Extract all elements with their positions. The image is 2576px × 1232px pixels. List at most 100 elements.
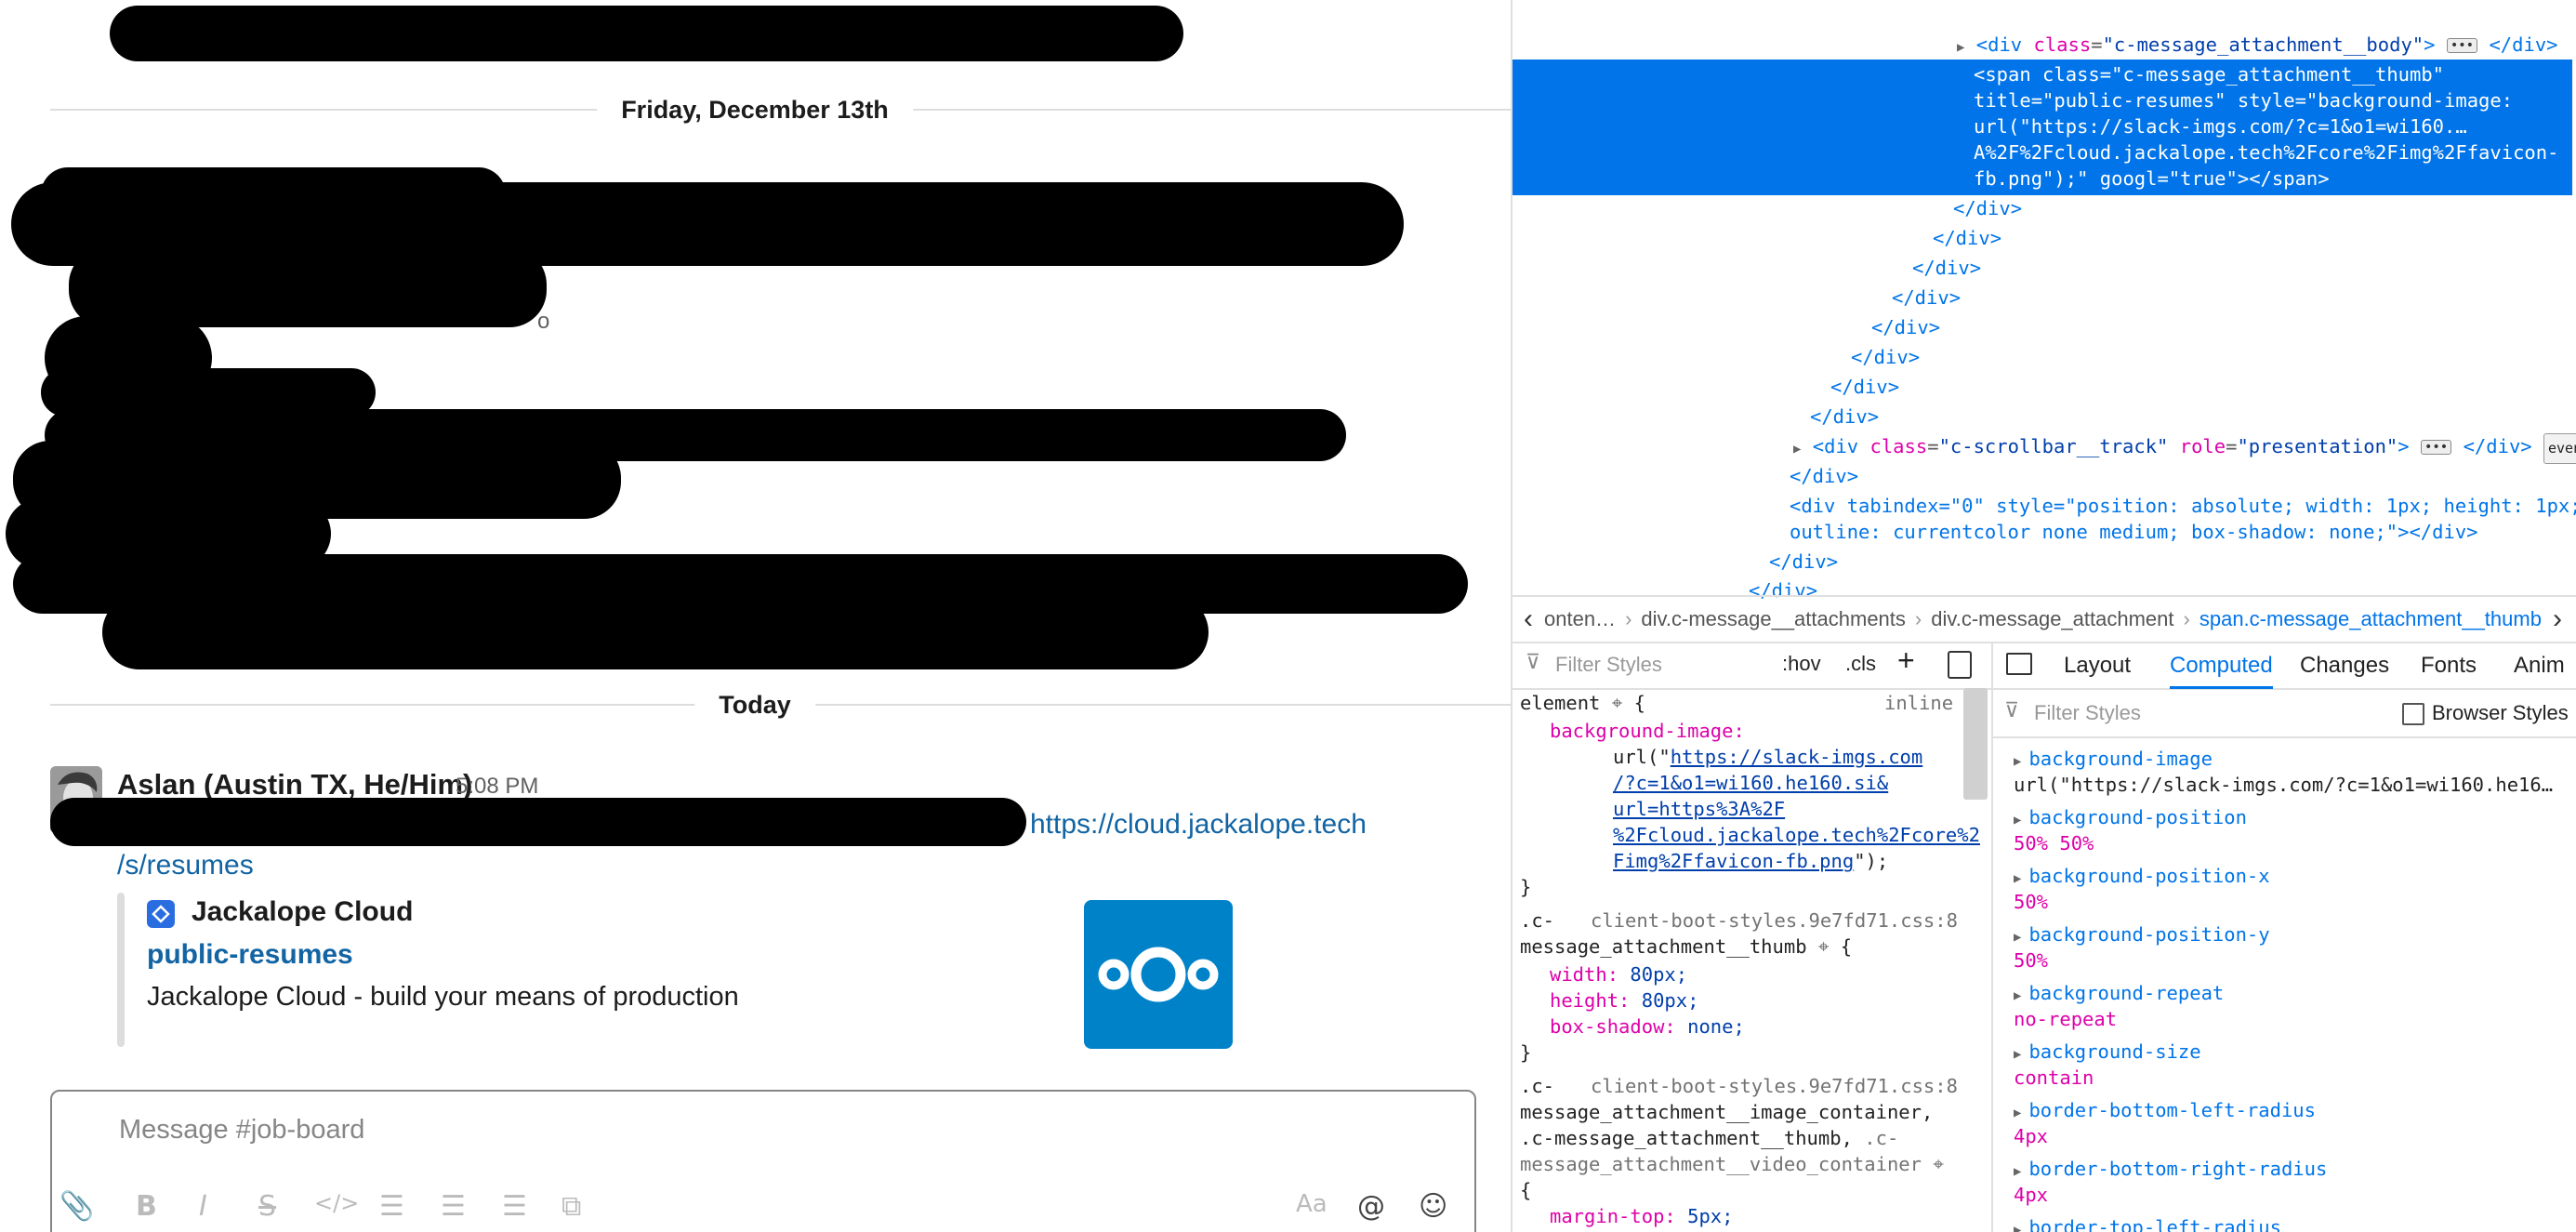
computed-prop[interactable]: ▶ background-position-x [2014,863,2270,892]
message-input[interactable] [117,1114,1329,1146]
toggle-pane-icon[interactable] [2006,653,2032,675]
tab-computed[interactable]: Computed [2170,653,2273,689]
rule-source[interactable]: inline [1884,690,1953,716]
rule-url[interactable]: %2Fcloud.jackalope.tech%2Fcore%2 [1613,824,1980,846]
rule-url[interactable]: url=https%3A%2F [1613,798,1785,820]
computed-prop[interactable]: ▶ background-image [2014,746,2213,775]
sidebar-tabs: Layout Computed Changes Fonts Anim [1993,642,2576,690]
attr-value: "c-scrollbar__track" [1938,435,2169,457]
code-icon[interactable]: </> [314,1190,359,1216]
expand-triangle-icon[interactable]: ▶ [1957,40,1964,55]
computed-prop[interactable]: ▶ border-bottom-right-radius [2014,1156,2327,1185]
rule-prop[interactable]: background-image: [1550,720,1745,742]
rule-prop[interactable]: box-shadow: [1550,1015,1676,1038]
dom-close-tag[interactable]: </div> [1933,224,2001,253]
date-divider-today[interactable]: Today [694,686,815,723]
breadcrumb-back-icon[interactable]: ‹ [1524,603,1533,635]
dom-node-tabindex[interactable]: <div tabindex="0" style="position: absol… [1790,492,2576,521]
computed-value: 50% 50% [2014,832,2094,854]
rule-source[interactable]: client-boot-styles.9e7fd71.css:8 [1591,1073,1958,1099]
breadcrumb-item[interactable]: div.c-message_attachment [1931,607,2173,631]
dom-close-tag[interactable]: </div> [1790,462,1858,491]
filter-icon: ⊽ [2004,699,2020,722]
tab-animations[interactable]: Anim [2514,653,2565,679]
computed-value: 50% [2014,949,2049,972]
crosshair-icon[interactable]: ⌖ [1933,1153,1944,1175]
message-link[interactable]: https://cloud.jackalope.tech [1030,809,1367,841]
rule-prop[interactable]: height: [1550,989,1630,1012]
bullet-list-icon[interactable]: ☰ [441,1190,466,1223]
rule-selector: .c- [1520,909,1555,932]
rules-scrollbar[interactable] [1963,688,1988,800]
computed-prop[interactable]: ▶ border-bottom-left-radius [2014,1097,2316,1126]
collapsed-content-button[interactable]: ••• [2446,38,2478,53]
emoji-icon[interactable]: ☺ [1419,1190,1447,1223]
dom-node-scrollbar-track[interactable]: ▶ <div class="c-scrollbar__track" role="… [1793,432,2576,464]
rule-source[interactable]: client-boot-styles.9e7fd71.css:8 [1591,907,1958,934]
date-divider-friday[interactable]: Friday, December 13th [597,91,913,128]
redaction-mark [110,6,1183,61]
breadcrumb-item-selected[interactable]: span.c-message_attachment__thumb [2200,607,2542,631]
italic-icon[interactable]: I [199,1190,207,1223]
dom-node-attachment-body[interactable]: ▶ <div class="c-message_attachment__body… [1957,31,2558,62]
ordered-list-icon[interactable]: ☰ [379,1190,404,1223]
rule-selector: .c-message_attachment__thumb, [1520,1127,1853,1149]
hover-state-toggle[interactable]: :hov [1782,652,1821,676]
rule-value[interactable]: 80px; [1630,963,1687,986]
breadcrumb-item[interactable]: div.c-message__attachments [1641,607,1906,631]
formatting-icon[interactable]: Aa [1296,1190,1328,1218]
computed-filter-input[interactable]: Filter Styles [2034,701,2141,725]
tab-fonts[interactable]: Fonts [2421,653,2477,679]
dom-close-tag[interactable]: </div> [1769,548,1838,576]
attachment-thumbnail[interactable] [1084,900,1233,1049]
attr-name: class [1869,435,1928,457]
attach-file-icon[interactable]: 📎 [59,1190,94,1223]
breadcrumb-item[interactable]: onten… [1544,607,1616,631]
rule-url[interactable]: https://slack-imgs.com [1671,746,1923,768]
dom-close-tag[interactable]: </div> [1810,403,1879,431]
code-block-icon[interactable]: ⧉ [561,1190,581,1223]
message-sender[interactable]: Aslan (Austin TX, He/Him) [117,768,472,801]
dom-close-tag[interactable]: </div> [1871,313,1940,342]
computed-prop[interactable]: ▶ background-size [2014,1039,2201,1067]
dom-close-tag[interactable]: </div> [1851,343,1920,372]
rule-value[interactable]: 5px; [1687,1205,1733,1227]
expand-triangle-icon[interactable]: ▶ [1793,442,1801,457]
event-badge[interactable]: event [2543,433,2576,464]
rule-value[interactable]: none; [1687,1015,1745,1038]
dom-close-tag[interactable]: </div> [1830,373,1899,402]
breadcrumb-forward-icon[interactable]: › [2553,603,2562,635]
message-link-continued[interactable]: /s/resumes [117,850,254,881]
message-timestamp[interactable]: 5:08 PM [456,774,538,800]
computed-prop[interactable]: ▶ background-position-y [2014,921,2270,950]
strikethrough-icon[interactable]: S [258,1190,276,1223]
add-rule-button[interactable]: + [1897,643,1915,678]
computed-prop[interactable]: ▶ border-top-left-radius [2014,1214,2281,1232]
rule-prop[interactable]: width: [1550,963,1618,986]
rule-value[interactable]: 80px; [1642,989,1699,1012]
redaction-mark [50,798,1026,846]
computed-panel: Layout Computed Changes Fonts Anim ⊽ Fil… [1993,642,2576,1232]
rule-url[interactable]: /?c=1&o1=wi160.he160.si& [1613,772,1888,794]
rule-url[interactable]: Fimg%2Ffavicon-fb.png [1613,850,1854,872]
attachment-title-link[interactable]: public-resumes [147,939,353,971]
indent-icon[interactable]: ☰ [502,1190,527,1223]
bold-icon[interactable]: B [136,1190,157,1223]
tab-changes[interactable]: Changes [2300,653,2389,679]
mention-icon[interactable]: @ [1357,1190,1385,1223]
attr-name: role [2179,435,2226,457]
dom-close-tag[interactable]: </div> [1912,254,1981,283]
crosshair-icon[interactable]: ⌖ [1818,935,1830,958]
dom-close-tag[interactable]: </div> [1953,194,2022,223]
tab-layout[interactable]: Layout [2064,653,2131,679]
crosshair-icon[interactable]: ⌖ [1612,692,1623,714]
collapsed-content-button[interactable]: ••• [2420,440,2452,455]
computed-prop[interactable]: ▶ background-position [2014,804,2247,833]
dom-close-tag[interactable]: </div> [1892,284,1961,312]
rules-filter-input[interactable]: Filter Styles [1555,653,1662,677]
class-toggle[interactable]: .cls [1845,652,1876,676]
rule-prop[interactable]: margin-top: [1550,1205,1676,1227]
computed-prop[interactable]: ▶ background-repeat [2014,980,2224,1009]
browser-styles-checkbox[interactable] [2402,703,2424,725]
print-media-icon[interactable] [1948,651,1972,679]
